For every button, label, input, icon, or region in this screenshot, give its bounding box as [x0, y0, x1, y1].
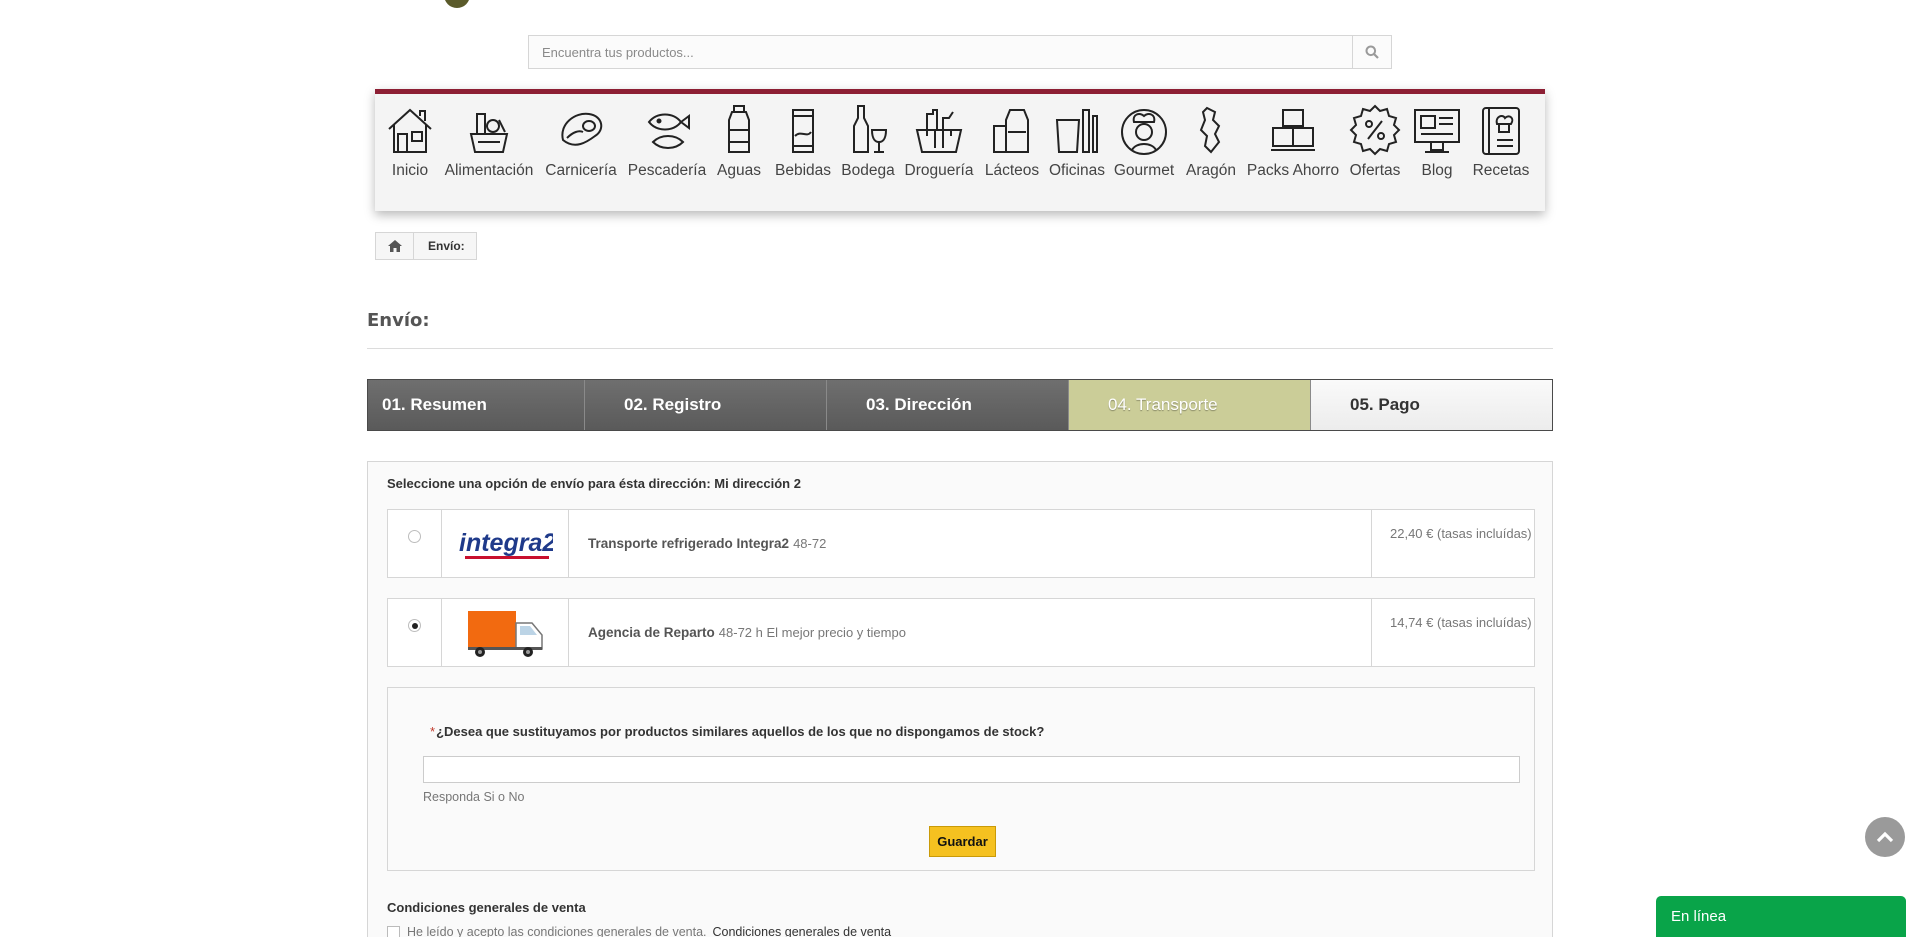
terms-link[interactable]: Condiciones generales de venta: [713, 925, 892, 937]
page-title: Envío:: [367, 310, 430, 331]
grocery-icon: [469, 113, 509, 153]
search-icon: [1365, 45, 1379, 59]
carrier-delay: 48-72 h El mejor precio y tiempo: [718, 625, 906, 640]
checkout-steps: 01. Resumen 02. Registro 03. Dirección 0…: [367, 379, 1553, 431]
milk-icon: [993, 109, 1029, 153]
cleaning-basket-icon: [915, 109, 963, 153]
carrier-name: Agencia de Reparto: [588, 625, 715, 640]
nav-item-bebidas[interactable]: Bebidas: [769, 94, 837, 180]
nav-item-lacteos[interactable]: Lácteos: [979, 94, 1045, 180]
nav-item-aguas[interactable]: Aguas: [709, 94, 769, 180]
search-bar: [528, 35, 1392, 69]
breadcrumb-current: Envío:: [428, 239, 465, 253]
chevron-up-icon: [1876, 831, 1894, 843]
nav-item-inicio[interactable]: Inicio: [379, 94, 441, 180]
carrier-name: Transporte refrigerado Integra2: [588, 536, 790, 551]
can-icon: [792, 109, 814, 153]
region-map-icon: [1199, 106, 1221, 154]
carrier-radio-integra2[interactable]: [408, 530, 421, 543]
step-direccion[interactable]: 03. Dirección: [827, 380, 1069, 430]
integra2-logo: integra2: [442, 510, 569, 577]
nav-item-carniceria[interactable]: Carnicería: [537, 94, 625, 180]
percent-badge-icon: [1349, 104, 1401, 156]
home-icon: [387, 240, 402, 252]
carrier-option-integra2[interactable]: integra2 Transporte refrigerado Integra2…: [387, 509, 1535, 578]
wine-icon: [853, 105, 888, 153]
breadcrumb: Envío:: [375, 232, 477, 260]
carrier-radio-agencia[interactable]: [408, 619, 421, 632]
stock-answer-input[interactable]: [423, 756, 1520, 783]
step-pago: 05. Pago: [1311, 380, 1552, 430]
recipe-book-icon: [1482, 107, 1520, 155]
live-chat-tab[interactable]: En línea: [1656, 896, 1906, 937]
house-icon: [388, 108, 432, 153]
shipping-heading: Seleccione una opción de envío para ésta…: [387, 476, 801, 491]
category-nav: Inicio Alimentación Carnicería Pescaderí…: [375, 89, 1545, 211]
stock-answer-help: Responda Si o No: [423, 790, 525, 804]
chat-status-label: En línea: [1671, 908, 1727, 925]
search-input[interactable]: [529, 36, 1352, 68]
chef-icon: [1121, 109, 1167, 155]
step-registro[interactable]: 02. Registro: [585, 380, 827, 430]
nav-item-blog[interactable]: Blog: [1407, 94, 1467, 180]
breadcrumb-home-link[interactable]: [376, 233, 414, 259]
carrier-option-agencia[interactable]: Agencia de Reparto 48-72 h El mejor prec…: [387, 598, 1535, 667]
steak-icon: [561, 112, 603, 146]
required-asterisk: *: [430, 724, 436, 739]
nav-item-bodega[interactable]: Bodega: [837, 94, 899, 180]
stock-substitution-box: *¿Desea que sustituyamos por productos s…: [387, 687, 1535, 871]
terms-checkbox[interactable]: [387, 925, 400, 937]
terms-title: Condiciones generales de venta: [387, 900, 586, 915]
nav-item-aragon[interactable]: Aragón: [1179, 94, 1243, 180]
monitor-icon: [1414, 109, 1460, 153]
stock-question-label: ¿Desea que sustituyamos por productos si…: [436, 724, 1045, 739]
nav-item-gourmet[interactable]: Gourmet: [1109, 94, 1179, 180]
nav-item-recetas[interactable]: Recetas: [1467, 94, 1535, 180]
carrier-price: 14,74 € (tasas incluídas): [1371, 599, 1534, 666]
nav-item-oficinas[interactable]: Oficinas: [1045, 94, 1109, 180]
save-button[interactable]: Guardar: [929, 826, 996, 857]
radio-selected-dot: [411, 622, 418, 629]
carrier-price: 22,40 € (tasas incluídas): [1371, 510, 1534, 577]
boxes-icon: [1271, 109, 1315, 151]
carrier-delay: 48-72: [793, 536, 827, 551]
nav-item-ofertas[interactable]: Ofertas: [1343, 94, 1407, 180]
delivery-truck-icon: [442, 599, 569, 666]
site-logo[interactable]: [444, 0, 470, 8]
terms-row: He leído y acepto las condiciones genera…: [387, 925, 891, 937]
divider: [367, 348, 1553, 349]
nav-item-drogueria[interactable]: Droguería: [899, 94, 979, 180]
office-supplies-icon: [1055, 109, 1098, 153]
terms-checkbox-label: He leído y acepto las condiciones genera…: [407, 925, 707, 937]
search-button[interactable]: [1352, 36, 1391, 68]
step-resumen[interactable]: 01. Resumen: [368, 380, 585, 430]
svg-text:integra2: integra2: [459, 529, 553, 557]
nav-item-pescaderia[interactable]: Pescadería: [625, 94, 709, 180]
scroll-to-top-button[interactable]: [1865, 817, 1905, 857]
water-bottle-icon: [728, 105, 750, 153]
shipping-panel: Seleccione una opción de envío para ésta…: [367, 461, 1553, 937]
fish-icon: [647, 113, 690, 149]
step-transporte: 04. Transporte: [1069, 380, 1311, 430]
nav-item-packs-ahorro[interactable]: Packs Ahorro: [1243, 94, 1343, 180]
nav-item-alimentacion[interactable]: Alimentación: [441, 94, 537, 180]
